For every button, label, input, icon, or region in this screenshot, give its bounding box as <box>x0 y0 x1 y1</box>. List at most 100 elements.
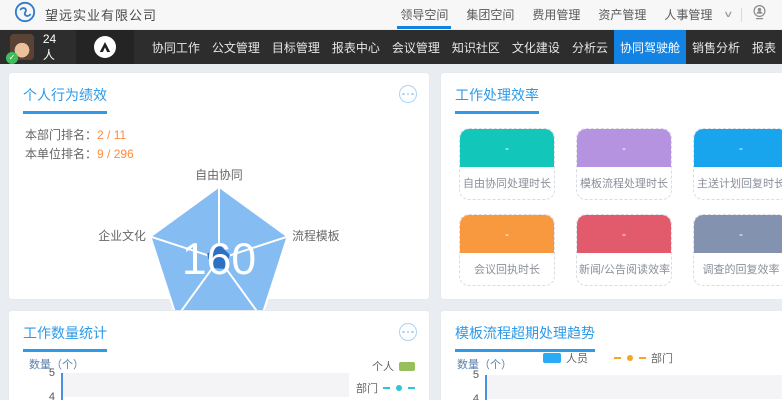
divider <box>741 8 742 22</box>
grid-band <box>63 373 349 397</box>
dept-rank-value: 2 / 11 <box>97 128 126 142</box>
dept-rank-label: 本部门排名： <box>25 128 97 142</box>
panel-overdue-trend: 模板流程超期处理趋势 人员 部门 数量（个） 5 4 <box>440 310 782 400</box>
mainnav-item-collaboration[interactable]: 协同工作 <box>146 30 206 64</box>
member-icon[interactable] <box>751 4 768 26</box>
card-value: - <box>694 129 782 167</box>
panel-work-count: 工作数量统计 数量（个） 5 4 个人 部门 <box>8 310 430 400</box>
legend-line <box>383 387 390 389</box>
more-options-icon[interactable] <box>399 323 417 341</box>
y-axis-label: 数量（个） <box>29 356 84 372</box>
legend-item-staff[interactable]: 人员 <box>543 350 588 366</box>
legend-label: 人员 <box>566 350 588 366</box>
y-tick-4: 4 <box>39 391 55 400</box>
card-survey-reply-efficiency[interactable]: - 调查的回复效率 <box>693 214 782 286</box>
legend-line <box>639 357 646 359</box>
card-plan-reply-duration[interactable]: - 主送计划回复时长 <box>693 128 782 200</box>
panel-title: 个人行为绩效 <box>23 85 107 114</box>
overdue-trend-chart: 人员 部门 数量（个） 5 4 <box>457 356 782 400</box>
mainnav-item-sales-analysis[interactable]: 销售分析 <box>686 30 746 64</box>
company-logo-icon <box>14 1 36 28</box>
panel-header: 工作处理效率 <box>441 73 782 114</box>
card-value: - <box>577 129 671 167</box>
unit-rank-value: 9 / 296 <box>97 147 134 161</box>
panel-header: 模板流程超期处理趋势 <box>441 311 782 352</box>
rank-summary: 本部门排名：2 / 11 本单位排名：9 / 296 <box>25 126 429 164</box>
card-news-read-efficiency[interactable]: - 新闻/公告阅读效率 <box>576 214 672 286</box>
online-check-badge: ✓ <box>6 52 18 64</box>
legend-line <box>614 357 621 359</box>
grid-band <box>487 375 782 399</box>
card-value: - <box>460 215 554 253</box>
app-switcher-zone <box>76 30 134 64</box>
dept-rank-row: 本部门排名：2 / 11 <box>25 126 429 145</box>
panel-header: 个人行为绩效 <box>9 73 429 114</box>
legend-item-department[interactable]: 部门 <box>356 380 415 396</box>
card-value: - <box>694 215 782 253</box>
card-label: 主送计划回复时长 <box>694 167 782 199</box>
topnav-item-leader-space[interactable]: 领导空间 <box>391 0 457 29</box>
app-home-icon[interactable] <box>94 36 116 58</box>
panel-work-efficiency: 工作处理效率 - 自由协同处理时长 - 模板流程处理时长 - 主送计划回复时长 … <box>440 72 782 300</box>
mainnav-item-culture-building[interactable]: 文化建设 <box>506 30 566 64</box>
user-area: ✓ 24人 <box>0 30 76 64</box>
legend-dot <box>396 385 402 391</box>
topnav-label: 领导空间 <box>400 6 448 23</box>
mainnav-item-knowledge-community[interactable]: 知识社区 <box>446 30 506 64</box>
chevron-down-icon[interactable]: ∨ <box>723 9 734 20</box>
topbar-nav: 领导空间 集团空间 费用管理 资产管理 人事管理 ∨ <box>391 0 768 29</box>
legend-line <box>408 387 415 389</box>
card-template-flow-duration[interactable]: - 模板流程处理时长 <box>576 128 672 200</box>
card-label: 会议回执时长 <box>460 253 554 285</box>
unit-rank-label: 本单位排名： <box>25 147 97 161</box>
member-count[interactable]: 24人 <box>43 32 66 63</box>
legend-item-department[interactable]: 部门 <box>614 350 673 366</box>
card-label: 自由协同处理时长 <box>460 167 554 199</box>
panel-title: 模板流程超期处理趋势 <box>455 323 595 352</box>
mainnav-item-official-doc[interactable]: 公文管理 <box>206 30 266 64</box>
dashboard-content: 个人行为绩效 本部门排名：2 / 11 本单位排名：9 / 296 <box>0 64 782 400</box>
topnav-item-expense-mgmt[interactable]: 费用管理 <box>523 0 589 29</box>
y-tick-4: 4 <box>463 393 479 400</box>
y-tick-5: 5 <box>463 369 479 381</box>
topbar: 望远实业有限公司 领导空间 集团空间 费用管理 资产管理 人事管理 ∨ <box>0 0 782 30</box>
topnav-extra: ∨ <box>725 0 768 29</box>
topnav-item-asset-mgmt[interactable]: 资产管理 <box>589 0 655 29</box>
card-value: - <box>577 215 671 253</box>
company-name: 望远实业有限公司 <box>45 5 157 24</box>
mainnav-item-meeting-mgmt[interactable]: 会议管理 <box>386 30 446 64</box>
legend-label: 个人 <box>372 358 394 374</box>
card-meeting-receipt-duration[interactable]: - 会议回执时长 <box>459 214 555 286</box>
main-nav: ✓ 24人 协同工作 公文管理 目标管理 报表中心 会议管理 知识社区 文化建设… <box>0 30 782 64</box>
mainnav-item-target-mgmt[interactable]: 目标管理 <box>266 30 326 64</box>
chart-legend: 人员 部门 <box>543 350 673 366</box>
mainnav-item-cockpit[interactable]: 协同驾驶舱 <box>614 30 686 64</box>
mainnav-item-report-center[interactable]: 报表中心 <box>326 30 386 64</box>
topnav-item-hr-mgmt[interactable]: 人事管理 <box>655 0 721 29</box>
user-avatar[interactable]: ✓ <box>10 34 34 60</box>
card-label: 新闻/公告阅读效率 <box>577 253 671 285</box>
main-nav-items: 协同工作 公文管理 目标管理 报表中心 会议管理 知识社区 文化建设 分析云 协… <box>146 30 782 64</box>
legend-dot <box>627 355 633 361</box>
card-free-collab-duration[interactable]: - 自由协同处理时长 <box>459 128 555 200</box>
panel-title: 工作处理效率 <box>455 85 539 114</box>
card-label: 模板流程处理时长 <box>577 167 671 199</box>
mainnav-item-clipped[interactable]: 报表 <box>746 30 782 64</box>
y-tick-5: 5 <box>39 367 55 379</box>
legend-item-personal[interactable]: 个人 <box>372 358 415 374</box>
more-options-icon[interactable] <box>399 85 417 103</box>
efficiency-cards: - 自由协同处理时长 - 模板流程处理时长 - 主送计划回复时长 - 会议回执时… <box>441 114 782 286</box>
mainnav-item-analytics-cloud[interactable]: 分析云 <box>566 30 614 64</box>
radar-label-culture: 企业文化 <box>98 229 146 243</box>
active-underline <box>397 26 451 29</box>
work-count-chart: 数量（个） 5 4 个人 部门 <box>25 356 415 400</box>
panel-personal-performance: 个人行为绩效 本部门排名：2 / 11 本单位排名：9 / 296 <box>8 72 430 300</box>
legend-swatch <box>543 353 561 363</box>
legend-label: 部门 <box>356 380 378 396</box>
legend-label: 部门 <box>651 350 673 366</box>
radar-label-process-template: 流程模板 <box>292 229 340 243</box>
panel-header: 工作数量统计 <box>9 311 429 352</box>
card-label: 调查的回复效率 <box>694 253 782 285</box>
chart-legend: 个人 部门 <box>356 358 415 396</box>
topnav-item-group-space[interactable]: 集团空间 <box>457 0 523 29</box>
